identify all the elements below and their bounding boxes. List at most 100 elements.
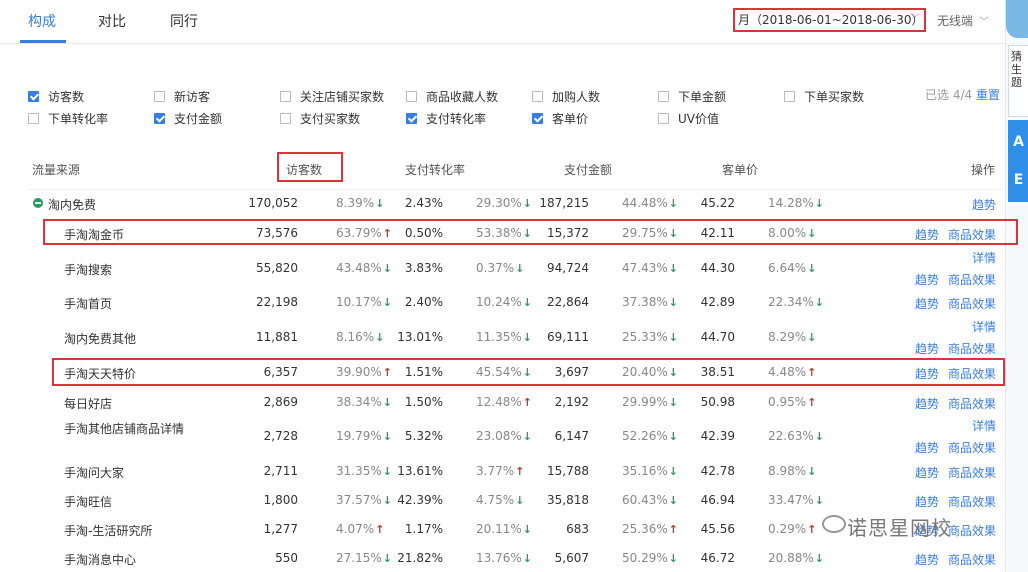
aov-change-value: 20.88%	[768, 551, 814, 565]
product-effect-link[interactable]: 商品效果	[948, 295, 996, 312]
visitors-value: 1,277	[263, 522, 298, 536]
filter-label: 商品收藏人数	[426, 90, 499, 104]
tab-peers[interactable]: 同行	[170, 11, 198, 31]
product-effect-link[interactable]: 商品效果	[948, 551, 996, 568]
conversion-value: 2.43%	[404, 196, 443, 210]
trend-link[interactable]: 趋势	[972, 196, 996, 213]
arrow-down-icon: ↓	[375, 331, 385, 344]
trend-link[interactable]: 趋势	[915, 493, 939, 510]
product-effect-link[interactable]: 商品效果	[948, 340, 996, 357]
conversion-change: 11.35%↓	[476, 330, 532, 344]
filter-checkbox[interactable]: 新访客	[154, 88, 210, 105]
visitors-value: 550	[275, 551, 298, 565]
filter-label: UV价值	[678, 112, 719, 126]
payment-change-value: 25.36%	[622, 522, 668, 536]
product-effect-link[interactable]: 商品效果	[948, 271, 996, 288]
checkbox-icon	[28, 113, 39, 124]
product-effect-link[interactable]: 商品效果	[948, 493, 996, 510]
source-name: 手淘问大家	[64, 466, 125, 480]
filter-label: 下单买家数	[804, 90, 865, 104]
filter-checkbox[interactable]: 商品收藏人数	[406, 88, 498, 105]
col-header-aov[interactable]: 客单价	[722, 161, 758, 178]
filter-checkbox[interactable]: 访客数	[28, 88, 84, 105]
detail-link[interactable]: 详情	[972, 417, 996, 434]
trend-link[interactable]: 趋势	[915, 340, 939, 357]
arrow-down-icon: ↓	[814, 296, 824, 309]
filter-checkbox[interactable]: UV价值	[658, 110, 719, 127]
checkbox-checked-icon	[28, 91, 39, 102]
payment-change: 25.36%↑	[622, 522, 678, 536]
product-effect-link[interactable]: 商品效果	[948, 522, 996, 539]
filter-checkbox[interactable]: 下单金额	[658, 88, 726, 105]
filter-label: 加购人数	[552, 90, 601, 104]
trend-link[interactable]: 趋势	[915, 271, 939, 288]
product-effect-link[interactable]: 商品效果	[948, 464, 996, 481]
aov-change-value: 14.28%	[768, 196, 814, 210]
collapse-icon[interactable]	[33, 198, 43, 208]
payment-change-value: 52.26%	[622, 429, 668, 443]
conversion-change: 3.77%↑	[476, 464, 524, 478]
device-select[interactable]: 无线端 ﹀	[937, 12, 989, 29]
product-effect-link[interactable]: 商品效果	[948, 395, 996, 412]
conversion-value: 1.50%	[404, 395, 443, 409]
arrow-down-icon: ↓	[814, 197, 824, 210]
tab-compare[interactable]: 对比	[98, 11, 126, 31]
conversion-value: 13.01%	[397, 330, 443, 344]
payment-change-value: 60.43%	[622, 493, 668, 507]
source-name: 淘内免费	[48, 198, 97, 212]
trend-link[interactable]: 趋势	[915, 295, 939, 312]
arrow-down-icon: ↓	[382, 465, 392, 478]
chevron-down-icon: ﹀	[979, 17, 990, 28]
col-header-payment[interactable]: 支付金额	[564, 161, 612, 178]
trend-link[interactable]: 趋势	[915, 464, 939, 481]
trend-link[interactable]: 趋势	[915, 551, 939, 568]
cloud-icon[interactable]	[1006, 0, 1028, 38]
visitors-change: 43.48%↓	[336, 261, 392, 275]
conversion-change-value: 3.77%	[476, 464, 515, 478]
trend-link[interactable]: 趋势	[915, 395, 939, 412]
conversion-value: 2.40%	[404, 295, 443, 309]
filter-checkbox[interactable]: 支付买家数	[280, 110, 360, 127]
filter-checkbox[interactable]: 加购人数	[532, 88, 600, 105]
filter-checkbox[interactable]: 支付金额	[154, 110, 222, 127]
visitors-value: 11,881	[256, 330, 298, 344]
filter-checkbox[interactable]: 客单价	[532, 110, 588, 127]
filter-checkbox[interactable]: 关注店铺买家数	[280, 88, 384, 105]
checkbox-icon	[658, 113, 669, 124]
conversion-change: 4.75%↓	[476, 493, 524, 507]
reset-link[interactable]: 重置	[976, 86, 1000, 103]
checkbox-icon	[280, 91, 291, 102]
side-tab[interactable]: 猜生题	[1008, 45, 1028, 117]
arrow-down-icon: ↓	[382, 396, 392, 409]
tab-composition[interactable]: 构成	[28, 11, 56, 31]
visitors-change: 10.17%↓	[336, 295, 392, 309]
arrow-down-icon: ↓	[668, 430, 678, 443]
date-range-select[interactable]: 月（2018-06-01~2018-06-30） ﹀	[733, 8, 926, 32]
arrow-down-icon: ↓	[515, 494, 525, 507]
conversion-change-value: 20.11%	[476, 522, 522, 536]
filter-checkbox[interactable]: 下单买家数	[784, 88, 864, 105]
arrow-up-icon: ↑	[807, 396, 817, 409]
col-header-conversion[interactable]: 支付转化率	[405, 161, 465, 178]
payment-change: 35.16%↓	[622, 464, 678, 478]
visitors-change-value: 27.15%	[336, 551, 382, 565]
payment-change: 47.43%↓	[622, 261, 678, 275]
filter-label: 下单金额	[678, 90, 727, 104]
side-button-e[interactable]: E	[1008, 158, 1028, 202]
product-effect-link[interactable]: 商品效果	[948, 439, 996, 456]
filter-checkbox[interactable]: 下单转化率	[28, 110, 108, 127]
aov-change: 0.29%↑	[768, 522, 816, 536]
conversion-change: 0.37%↓	[476, 261, 524, 275]
arrow-down-icon: ↓	[668, 262, 678, 275]
aov-change: 14.28%↓	[768, 196, 824, 210]
checkbox-icon	[658, 91, 669, 102]
arrow-down-icon: ↓	[375, 197, 385, 210]
source-name: 手淘-生活研究所	[64, 524, 153, 538]
trend-link[interactable]: 趋势	[915, 439, 939, 456]
arrow-down-icon: ↓	[382, 262, 392, 275]
detail-link[interactable]: 详情	[972, 249, 996, 266]
payment-change-value: 44.48%	[622, 196, 668, 210]
filter-checkbox[interactable]: 支付转化率	[406, 110, 486, 127]
checkbox-checked-icon	[154, 113, 165, 124]
detail-link[interactable]: 详情	[972, 318, 996, 335]
